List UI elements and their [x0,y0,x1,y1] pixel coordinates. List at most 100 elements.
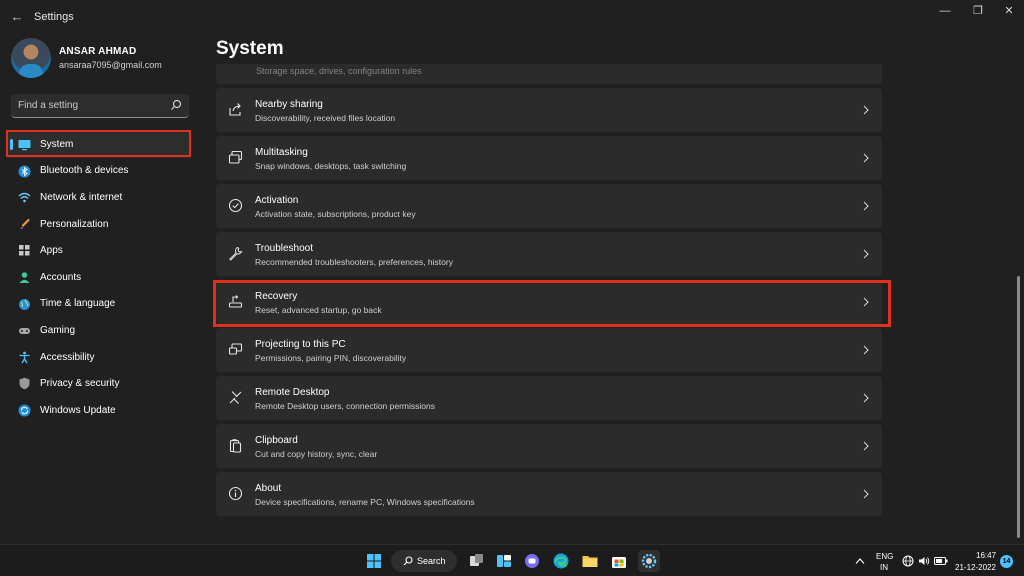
card-subtitle: Discoverability, received files location [255,113,396,123]
sidebar-item-time-language[interactable]: Time & language [8,291,192,318]
sidebar-item-label: Bluetooth & devices [40,165,129,177]
region-indicator: IN [880,563,888,572]
apps-icon [19,245,30,256]
title-bar: ← Settings — ❐ ✕ [0,0,1024,36]
app-title: Settings [34,11,74,23]
microsoft-store-icon[interactable] [608,550,630,572]
sidebar-item-bluetooth[interactable]: Bluetooth & devices [8,158,192,185]
minimize-button[interactable]: — [930,2,960,20]
chevron-right-icon [863,105,869,115]
card-nearby-sharing[interactable]: Nearby sharing Discoverability, received… [216,88,882,132]
card-subtitle: Remote Desktop users, connection permiss… [255,401,435,411]
share-icon [229,103,241,116]
card-activation[interactable]: Activation Activation state, subscriptio… [216,184,882,228]
brush-icon [20,218,30,230]
system-highlight-box [6,130,191,157]
sidebar-item-network[interactable]: Network & internet [8,184,192,211]
remote-icon [229,391,242,404]
card-troubleshoot[interactable]: Troubleshoot Recommended troubleshooters… [216,232,882,276]
battery-icon[interactable] [934,556,948,566]
card-remote-desktop[interactable]: Remote Desktop Remote Desktop users, con… [216,376,882,420]
sidebar-item-apps[interactable]: Apps [8,237,192,264]
card-title: Activation [255,195,299,206]
task-view-icon[interactable] [465,550,487,572]
clipboard-icon [229,439,242,453]
search-icon [403,556,413,566]
sidebar-item-accounts[interactable]: Accounts [8,264,192,291]
chevron-right-icon [863,249,869,259]
card-title: Clipboard [255,435,298,446]
shield-icon [19,378,30,390]
sidebar-item-label: Accounts [40,271,82,283]
sidebar-item-label: Gaming [40,324,76,336]
card-clipboard[interactable]: Clipboard Cut and copy history, sync, cl… [216,424,882,468]
clock-date[interactable]: 21-12-2022 [955,563,996,572]
projector-icon [228,343,243,355]
taskbar-search-label: Search [417,556,446,566]
settings-gear-icon[interactable] [638,550,660,572]
chevron-right-icon [863,393,869,403]
chat-icon[interactable] [521,550,543,572]
sidebar-item-label: Windows Update [40,404,116,416]
card-subtitle: Activation state, subscriptions, product… [255,209,416,219]
person-icon [19,272,30,283]
page-title: System [216,38,284,59]
chevron-right-icon [863,345,869,355]
partial-card-storage[interactable]: Storage space, drives, configuration rul… [216,64,882,84]
card-subtitle: Recommended troubleshooters, preferences… [255,257,453,267]
globe-network-icon[interactable] [902,555,914,567]
search-box[interactable] [11,94,189,118]
sidebar-item-windows-update[interactable]: Windows Update [8,397,192,424]
user-email: ansaraa7095@gmail.com [59,60,162,70]
sidebar-nav: System Bluetooth & devices Network & int… [8,131,192,424]
info-icon [228,486,243,501]
card-projecting[interactable]: Projecting to this PC Permissions, pairi… [216,328,882,372]
notification-badge[interactable]: 14 [1000,555,1013,568]
card-subtitle: Cut and copy history, sync, clear [255,449,378,459]
clock-time[interactable]: 16:47 [976,551,996,560]
sidebar-item-label: Network & internet [40,191,123,203]
wifi-icon [18,192,31,203]
widgets-icon[interactable] [493,550,515,572]
card-subtitle: Storage space, drives, configuration rul… [256,66,422,76]
sidebar-item-personalization[interactable]: Personalization [8,211,192,238]
chevron-right-icon [863,489,869,499]
taskbar: Search ENG IN 16:47 21-12-2022 14 [0,544,1024,576]
gamepad-icon [19,328,30,335]
card-title: Troubleshoot [255,243,313,254]
file-explorer-icon[interactable] [579,550,601,572]
sidebar-item-label: Apps [40,245,63,257]
back-button[interactable]: ← [8,8,26,26]
card-title: Remote Desktop [255,387,330,398]
card-multitasking[interactable]: Multitasking Snap windows, desktops, tas… [216,136,882,180]
windows-start-icon[interactable] [363,550,385,572]
search-icon[interactable] [170,99,182,111]
sidebar-item-accessibility[interactable]: Accessibility [8,344,192,371]
sidebar-item-privacy-security[interactable]: Privacy & security [8,370,192,397]
avatar[interactable] [11,38,51,78]
card-subtitle: Device specifications, rename PC, Window… [255,497,475,507]
sidebar-item-label: Accessibility [40,351,95,363]
card-title: About [255,483,282,494]
edge-browser-icon[interactable] [550,550,572,572]
sidebar-item-gaming[interactable]: Gaming [8,317,192,344]
language-indicator[interactable]: ENG [876,552,893,561]
chevron-right-icon [863,441,869,451]
bluetooth-icon [18,165,31,178]
globe-icon [19,298,30,310]
card-subtitle: Snap windows, desktops, task switching [255,161,407,171]
multitask-icon [228,150,243,164]
taskbar-search-button[interactable]: Search [391,550,457,572]
search-input[interactable] [11,94,161,117]
scrollbar[interactable] [1017,276,1020,538]
chevron-right-icon [863,201,869,211]
chevron-up-icon[interactable] [855,557,865,565]
close-button[interactable]: ✕ [994,2,1024,20]
card-subtitle: Permissions, pairing PIN, discoverabilit… [255,353,407,363]
card-about[interactable]: About Device specifications, rename PC, … [216,472,882,516]
sidebar-item-label: Personalization [40,218,109,230]
sidebar-item-label: Time & language [40,298,116,310]
maximize-button[interactable]: ❐ [963,2,993,20]
volume-icon[interactable] [918,555,930,567]
update-icon [18,404,31,417]
